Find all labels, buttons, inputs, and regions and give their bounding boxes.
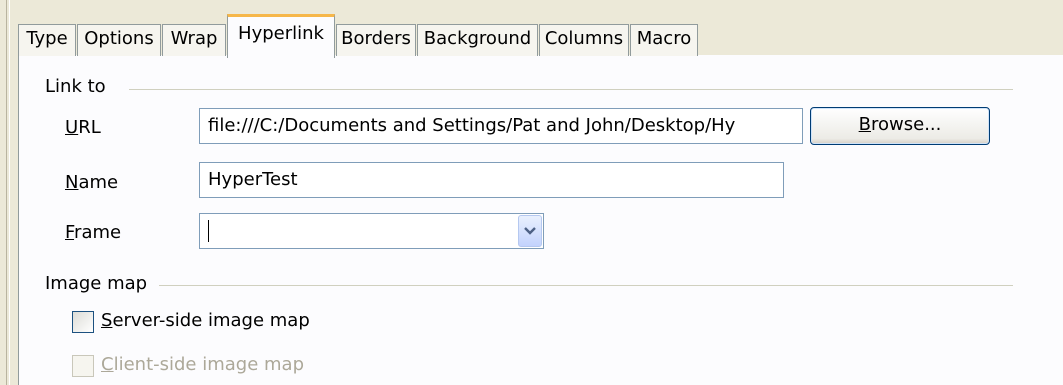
browse-button-label: rowse...	[871, 114, 942, 135]
client-side-image-map-label: Client-side image map	[101, 354, 304, 375]
client-side-label-text: lient-side image map	[113, 354, 304, 375]
name-input[interactable]: HyperTest	[199, 162, 784, 198]
text-caret	[208, 220, 209, 242]
url-label-accesskey: U	[65, 117, 79, 138]
server-side-label-text: erver-side image map	[112, 310, 310, 331]
chevron-down-icon	[524, 227, 536, 235]
name-label-text: ame	[78, 172, 119, 193]
hyperlink-tab-panel: Link to URL file:///C:/Documents and Set…	[18, 55, 1063, 385]
image-map-section-label: Image map	[45, 273, 158, 294]
client-side-accesskey: C	[101, 354, 114, 375]
tab-options[interactable]: Options	[77, 24, 161, 56]
frame-label-text: rame	[74, 222, 122, 243]
tab-type[interactable]: Type	[18, 24, 76, 56]
url-input[interactable]: file:///C:/Documents and Settings/Pat an…	[199, 108, 803, 144]
tab-wrap[interactable]: Wrap	[162, 24, 226, 56]
client-side-image-map-checkbox	[72, 355, 94, 377]
frame-dropdown-button[interactable]	[518, 215, 542, 247]
url-label: URL	[65, 117, 101, 138]
tab-background[interactable]: Background	[417, 24, 538, 56]
server-side-image-map-label[interactable]: Server-side image map	[101, 310, 310, 331]
tab-macro[interactable]: Macro	[630, 24, 698, 56]
frame-label: Frame	[65, 222, 121, 243]
image-map-divider	[159, 285, 1013, 286]
tab-hyperlink[interactable]: Hyperlink	[227, 14, 335, 58]
dialog-frame-edge	[6, 0, 7, 385]
link-to-section-label: Link to	[45, 76, 116, 97]
tab-columns[interactable]: Columns	[539, 24, 629, 56]
dialog-frame-highlight	[9, 0, 10, 385]
frame-label-accesskey: F	[65, 222, 75, 243]
browse-button[interactable]: Browse...	[810, 107, 990, 145]
link-to-divider	[129, 89, 1013, 90]
tab-borders[interactable]: Borders	[336, 24, 416, 56]
name-label: Name	[65, 172, 118, 193]
server-side-accesskey: S	[101, 310, 113, 331]
url-label-text: RL	[78, 117, 101, 138]
name-label-accesskey: N	[65, 172, 79, 193]
frame-combobox[interactable]	[199, 213, 544, 249]
server-side-image-map-checkbox[interactable]	[72, 311, 94, 333]
browse-button-accesskey: B	[858, 114, 871, 135]
